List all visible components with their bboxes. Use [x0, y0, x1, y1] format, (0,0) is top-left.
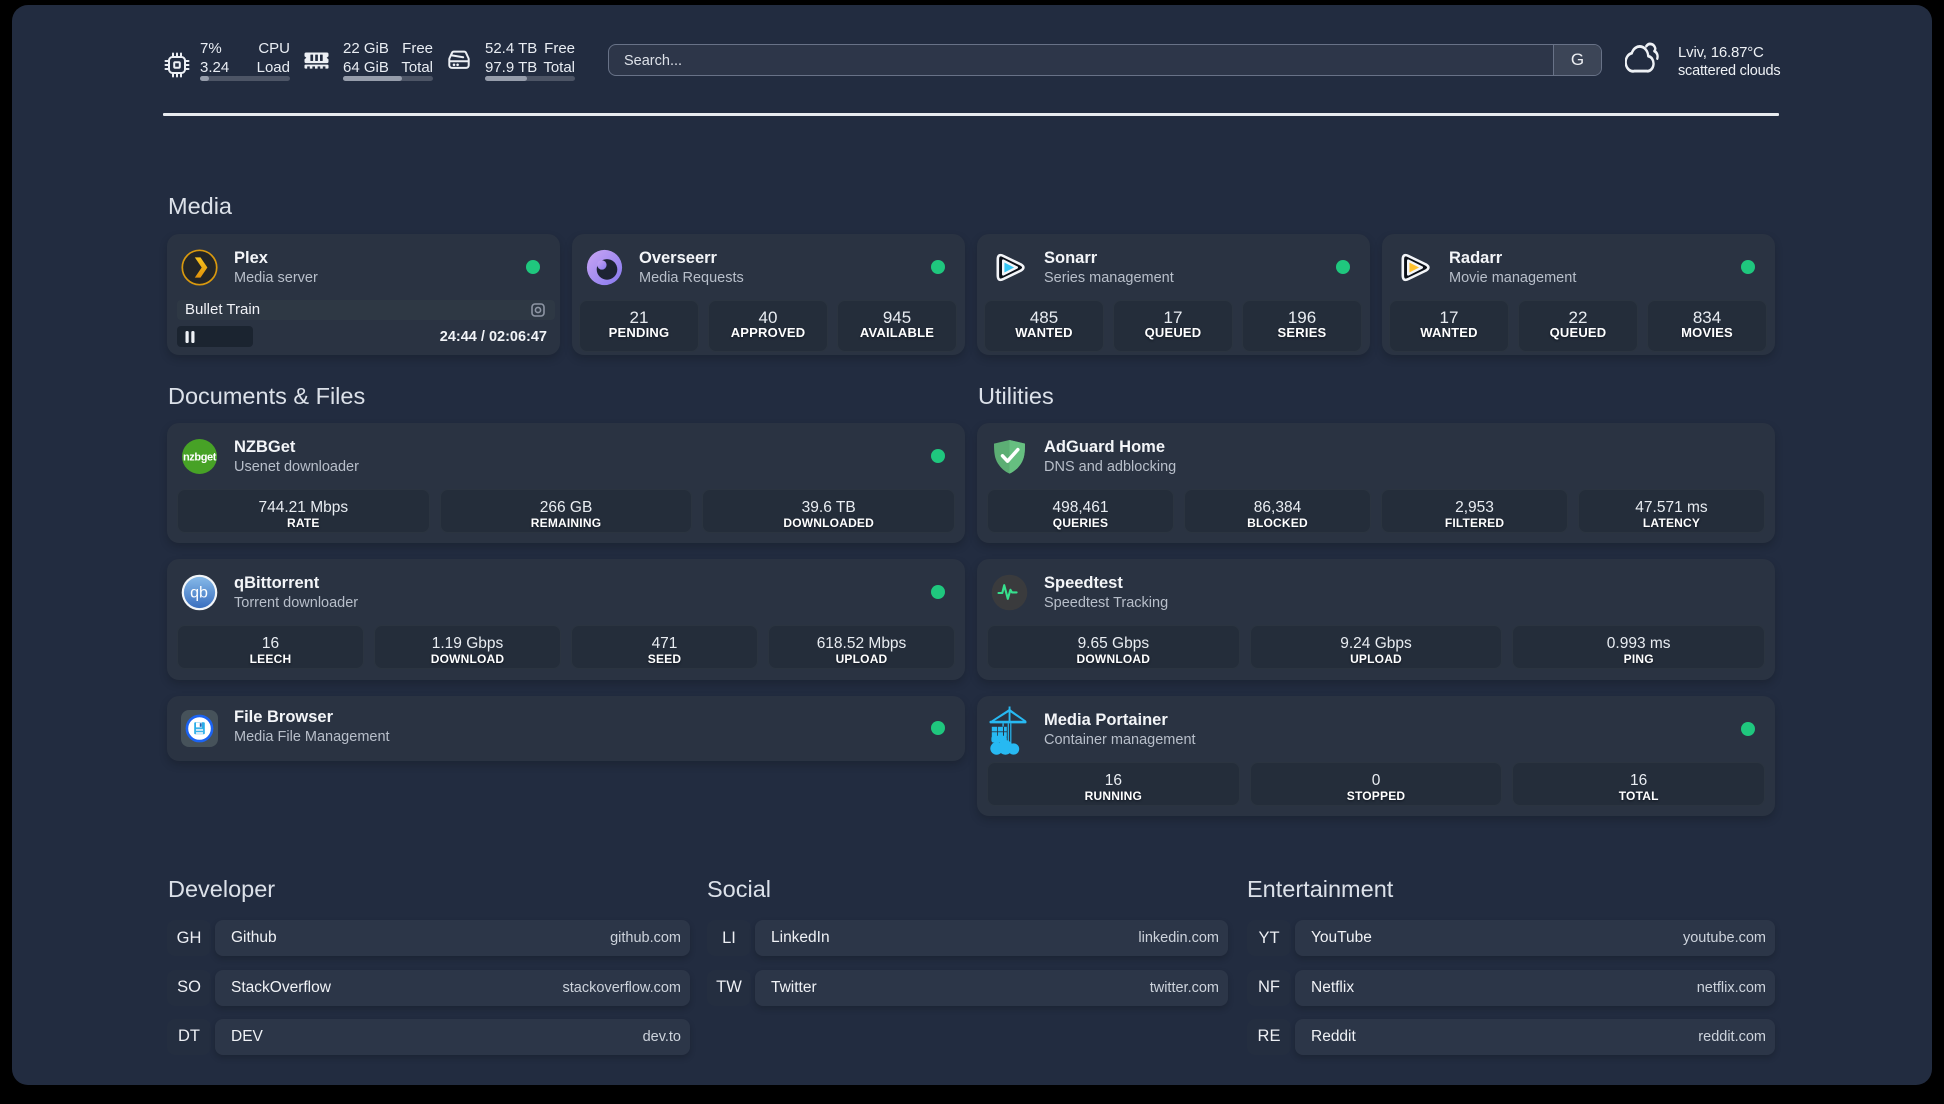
- svg-text:qb: qb: [190, 585, 208, 602]
- svg-text:nzbget: nzbget: [183, 452, 217, 464]
